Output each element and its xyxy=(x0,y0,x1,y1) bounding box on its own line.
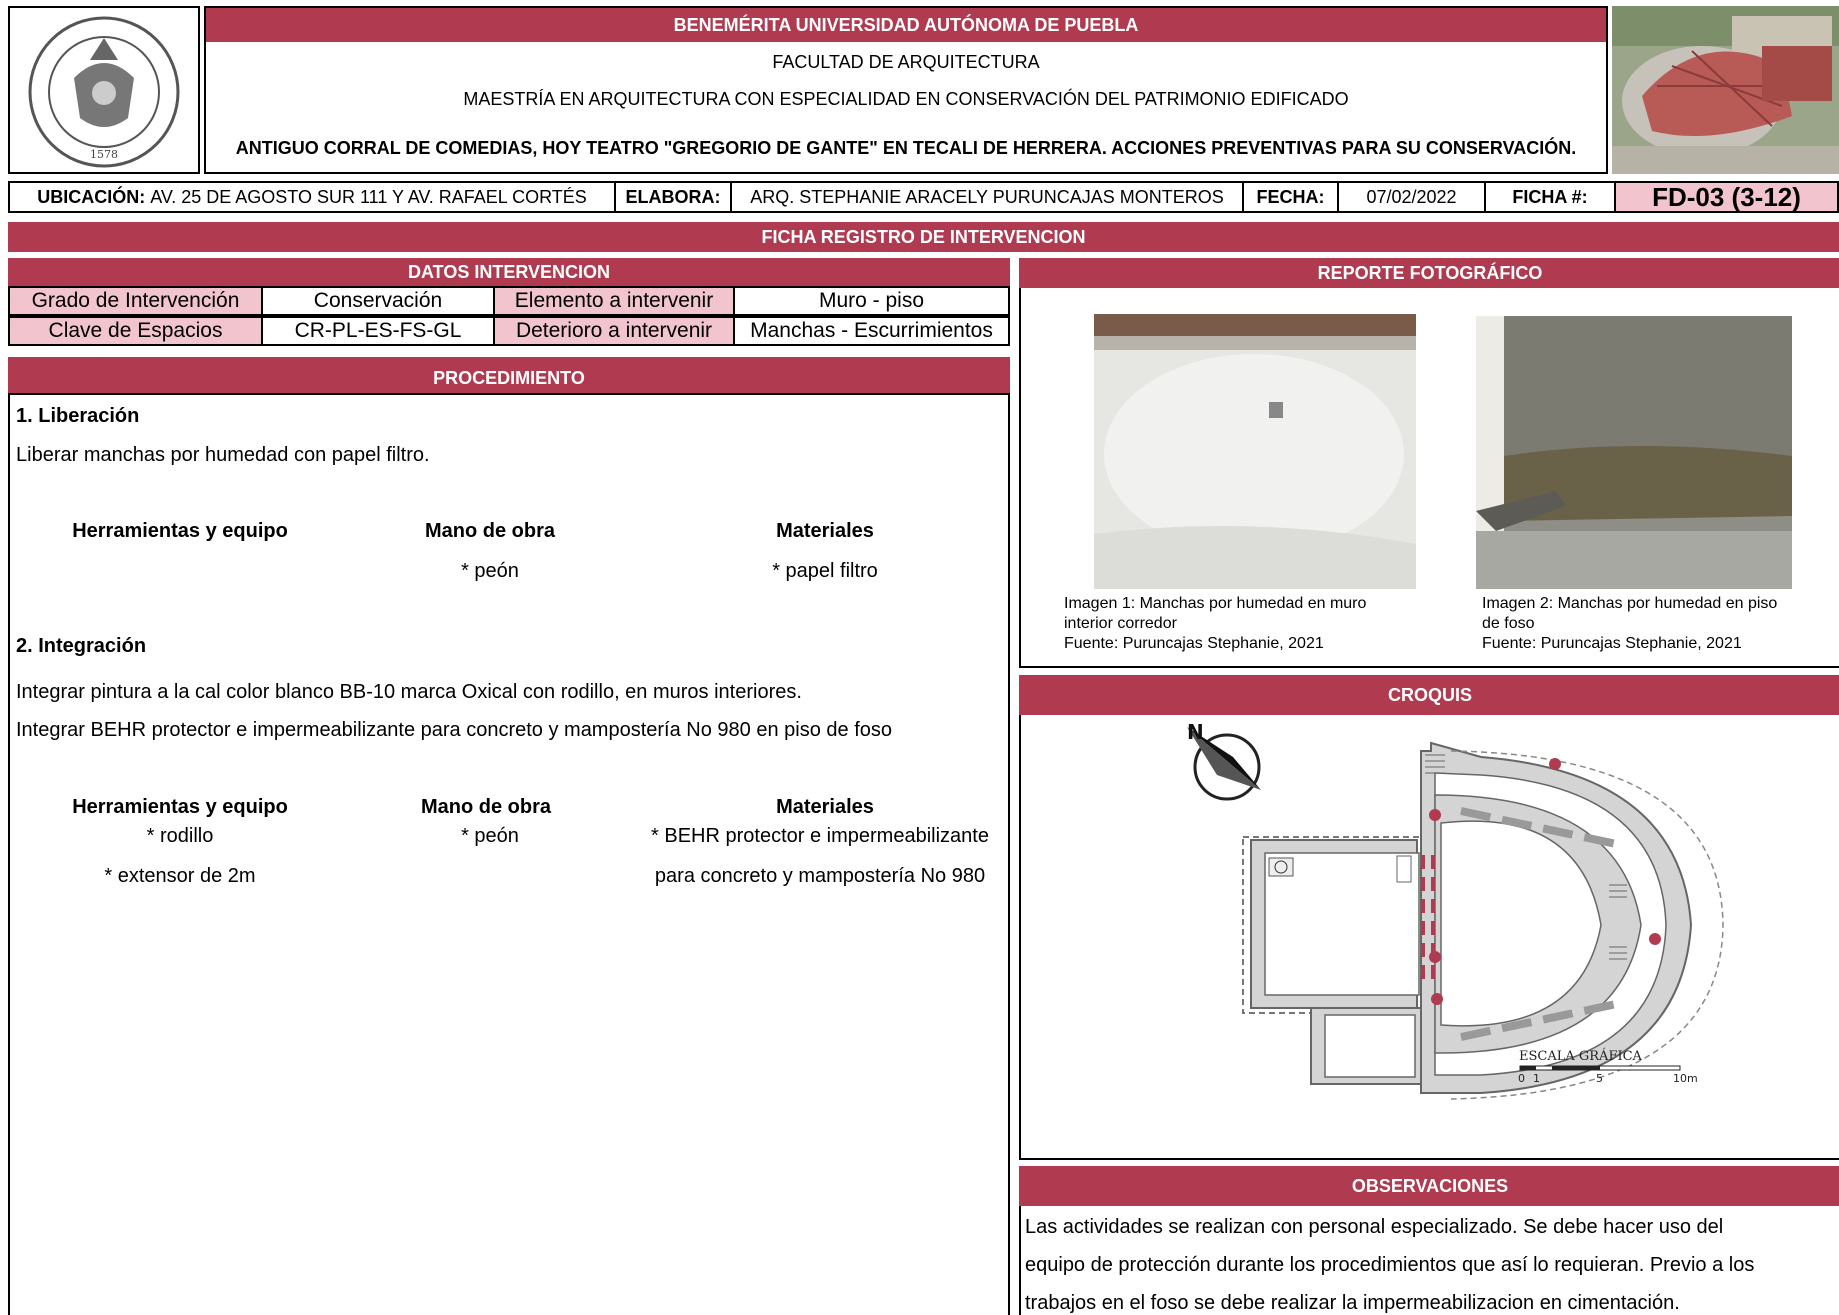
form-title-bar: FICHA REGISTRO DE INTERVENCION xyxy=(8,222,1839,252)
procedimiento-title: PROCEDIMIENTO xyxy=(8,357,1010,395)
fecha-label: FECHA: xyxy=(1242,181,1339,213)
step2-materials-header: Materiales xyxy=(776,796,874,818)
header-center: BENEMÉRITA UNIVERSIDAD AUTÓNOMA DE PUEBL… xyxy=(204,6,1608,174)
photo-2-source: Fuente: Puruncajas Stephanie, 2021 xyxy=(1482,635,1742,652)
croquis-title: CROQUIS xyxy=(1019,675,1839,715)
photo-1-caption: Imagen 1: Manchas por humedad en muro in… xyxy=(1064,594,1424,654)
scale-10: 10m xyxy=(1673,1072,1698,1085)
datos-title: DATOS INTERVENCION xyxy=(8,258,1010,286)
reporte-panel: REPORTE FOTOGRÁFICO Imagen 1: Manchas po… xyxy=(1019,258,1839,668)
scale-1: 1 xyxy=(1533,1072,1540,1085)
step2-material-item-1: * BEHR protector e impermeabilizante xyxy=(651,825,989,847)
university-name: BENEMÉRITA UNIVERSIDAD AUTÓNOMA DE PUEBL… xyxy=(206,8,1606,42)
step2-tools-header: Herramientas y equipo xyxy=(72,796,288,818)
step2-text-1: Integrar pintura a la cal color blanco B… xyxy=(16,681,802,703)
step2-title: 2. Integración xyxy=(16,635,147,657)
deterioro-label: Deterioro a intervenir xyxy=(493,316,735,346)
observaciones-title: OBSERVACIONES xyxy=(1019,1166,1839,1206)
step1-materials-header: Materiales xyxy=(776,520,874,542)
elemento-value: Muro - piso xyxy=(733,286,1010,316)
ubicacion-label: UBICACIÓN: xyxy=(37,186,146,207)
step2-tool-item-2: * extensor de 2m xyxy=(104,865,256,887)
project-title: ANTIGUO CORRAL DE COMEDIAS, HOY TEATRO "… xyxy=(235,138,1577,158)
ficha-label: FICHA #: xyxy=(1484,181,1616,213)
header-photo xyxy=(1612,6,1839,174)
procedimiento-panel: PROCEDIMIENTO 1. Liberación Liberar manc… xyxy=(8,357,1010,1315)
photo-2-caption-line1: Imagen 2: Manchas por humedad en piso xyxy=(1482,595,1778,612)
ubicacion-value: AV. 25 DE AGOSTO SUR 111 Y AV. RAFAEL CO… xyxy=(150,186,587,207)
observaciones-line3: trabajos en el foso se debe realizar la … xyxy=(1025,1292,1680,1314)
elabora-value: ARQ. STEPHANIE ARACELY PURUNCAJAS MONTER… xyxy=(730,181,1244,213)
photo-1-source: Fuente: Puruncajas Stephanie, 2021 xyxy=(1064,635,1324,652)
marker xyxy=(1429,951,1441,963)
observaciones-line1: Las actividades se realizan con personal… xyxy=(1025,1216,1724,1238)
step1-material-item: * papel filtro xyxy=(772,560,878,582)
step2-labor-header: Mano de obra xyxy=(420,796,551,818)
step2-material-item-2: para concreto y mampostería No 980 xyxy=(654,865,986,887)
photo-2-caption-line2: de foso xyxy=(1482,615,1535,632)
university-seal-icon: 1578 xyxy=(28,16,180,168)
step2-text-2: Integrar BEHR protector e impermeabiliza… xyxy=(16,719,892,741)
north-arrow-icon: N xyxy=(1187,720,1261,801)
step1-tools-header: Herramientas y equipo xyxy=(72,520,288,542)
photo-1 xyxy=(1094,314,1416,589)
ubicacion-cell: UBICACIÓN: AV. 25 DE AGOSTO SUR 111 Y AV… xyxy=(8,181,616,213)
step2-tool-item-1: * rodillo xyxy=(146,825,214,847)
marker xyxy=(1549,758,1561,770)
scale-5: 5 xyxy=(1596,1072,1603,1085)
scale-0: 0 xyxy=(1518,1072,1525,1085)
step1-labor-header: Mano de obra xyxy=(424,520,555,542)
photo-1-caption-line1: Imagen 1: Manchas por humedad en muro xyxy=(1064,595,1367,612)
marker xyxy=(1649,933,1661,945)
photo-2-caption: Imagen 2: Manchas por humedad en piso de… xyxy=(1482,594,1832,654)
reporte-title: REPORTE FOTOGRÁFICO xyxy=(1019,258,1839,288)
program-name: MAESTRÍA EN ARQUITECTURA CON ESPECIALIDA… xyxy=(463,89,1349,109)
deterioro-value: Manchas - Escurrimientos xyxy=(733,316,1010,346)
grado-value: Conservación xyxy=(261,286,495,316)
photo-2 xyxy=(1476,316,1792,589)
info-row: UBICACIÓN: AV. 25 DE AGOSTO SUR 111 Y AV… xyxy=(8,181,1839,213)
faculty-name: FACULTAD DE ARQUITECTURA xyxy=(772,52,1040,72)
elabora-label: ELABORA: xyxy=(614,181,732,213)
grado-label: Grado de Intervención xyxy=(8,286,263,316)
scale-title: ESCALA GRÁFICA xyxy=(1519,1048,1643,1064)
north-label: N xyxy=(1187,720,1204,744)
elemento-label: Elemento a intervenir xyxy=(493,286,735,316)
fecha-value: 07/02/2022 xyxy=(1337,181,1486,213)
header-seal-box: 1578 xyxy=(8,6,200,174)
clave-label: Clave de Espacios xyxy=(8,316,263,346)
step1-title: 1. Liberación xyxy=(16,405,140,427)
site-plan: N ESCALA GRÁFICA 0 1 5 10m xyxy=(1187,720,1724,1100)
observaciones-line2: equipo de protección durante los procedi… xyxy=(1025,1254,1755,1276)
step2-labor-item: * peón xyxy=(461,825,519,847)
step1-text: Liberar manchas por humedad con papel fi… xyxy=(16,444,430,466)
marker xyxy=(1431,993,1443,1005)
seal-year: 1578 xyxy=(90,148,118,161)
photo-1-caption-line2: interior corredor xyxy=(1064,615,1177,632)
step1-labor-item: * peón xyxy=(461,560,519,582)
observaciones-panel: OBSERVACIONES Las actividades se realiza… xyxy=(1019,1166,1839,1315)
marker xyxy=(1429,809,1441,821)
ficha-value: FD-03 (3-12) xyxy=(1614,181,1839,213)
clave-value: CR-PL-ES-FS-GL xyxy=(261,316,495,346)
croquis-panel: CROQUIS N ESCALA GRÁFICA 0 1 5 10m xyxy=(1019,675,1839,1160)
